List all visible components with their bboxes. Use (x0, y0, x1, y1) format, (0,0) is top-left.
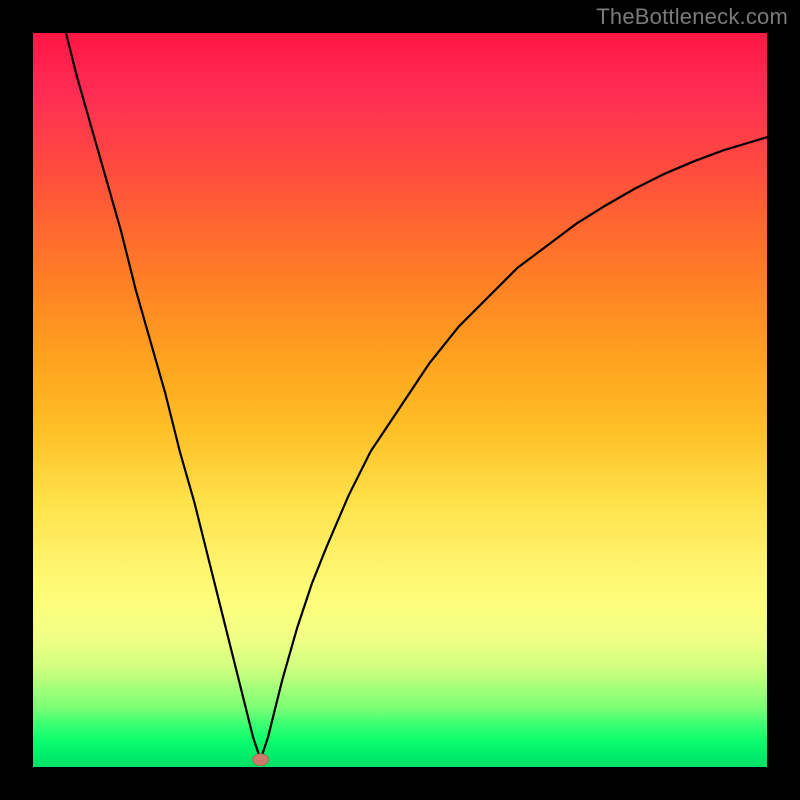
right-branch-curve (261, 137, 767, 759)
left-branch-curve (66, 33, 261, 760)
minimum-marker-icon (253, 754, 269, 766)
plot-area (33, 33, 767, 767)
chart-container: TheBottleneck.com (0, 0, 800, 800)
watermark-text: TheBottleneck.com (596, 4, 788, 30)
curve-layer (33, 33, 767, 767)
